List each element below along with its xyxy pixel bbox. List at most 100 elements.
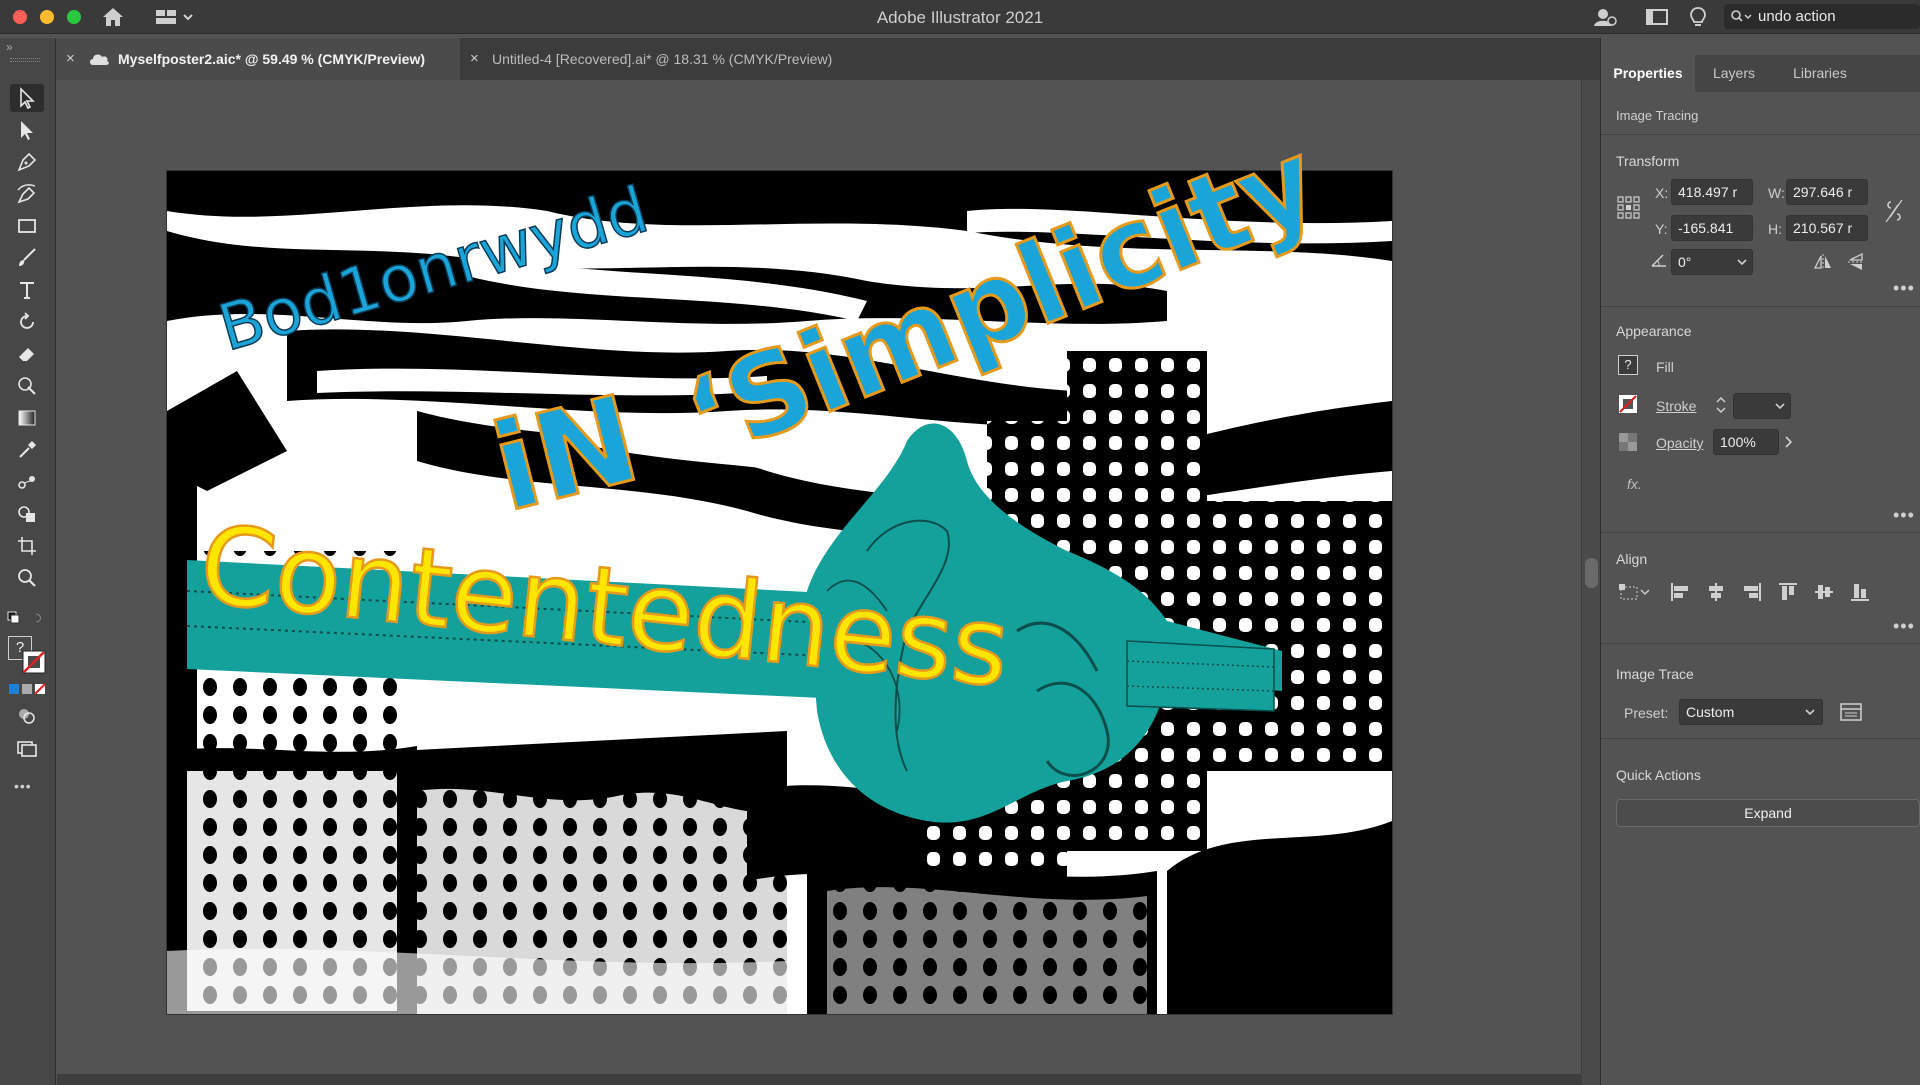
- align-horizontal-center-icon[interactable]: [1705, 581, 1727, 603]
- illustrator-window: Adobe Illustrator 2021 undo action × Mys…: [0, 0, 1920, 1085]
- align-to-icon[interactable]: [1617, 581, 1653, 603]
- curvature-tool[interactable]: [10, 180, 44, 208]
- opacity-label[interactable]: Opacity: [1656, 435, 1703, 451]
- fill-swatch-button[interactable]: ?: [1618, 355, 1638, 375]
- pen-tool[interactable]: [10, 148, 44, 176]
- gradient-tool[interactable]: [10, 404, 44, 432]
- align-top-icon[interactable]: [1777, 581, 1799, 603]
- swap-colors-icon: [7, 611, 41, 624]
- chevron-right-icon[interactable]: [1781, 432, 1795, 452]
- blend-tool[interactable]: [10, 468, 44, 496]
- align-right-icon[interactable]: [1741, 581, 1763, 603]
- stroke-weight-field[interactable]: [1733, 393, 1791, 419]
- divider: [1601, 738, 1920, 739]
- canvas-vertical-scrollbar[interactable]: [1581, 80, 1600, 1085]
- color-mode-buttons[interactable]: [8, 682, 48, 696]
- tab-myselfposter2[interactable]: × Myselfposter2.aic* @ 59.49 % (CMYK/Pre…: [56, 38, 460, 80]
- chevron-down-icon[interactable]: [1736, 257, 1748, 267]
- preset-value: Custom: [1686, 704, 1735, 720]
- shape-builder-tool[interactable]: [10, 500, 44, 528]
- expand-button[interactable]: Expand: [1616, 799, 1920, 827]
- align-more-options[interactable]: •••: [1893, 616, 1915, 637]
- x-label: X:: [1655, 185, 1669, 201]
- stroke-label[interactable]: Stroke: [1656, 398, 1696, 414]
- h-field[interactable]: 210.567 r: [1786, 215, 1868, 241]
- scrollbar-thumb[interactable]: [1585, 558, 1598, 588]
- rectangle-tool[interactable]: [10, 212, 44, 240]
- zoom-tool[interactable]: [10, 564, 44, 592]
- window-minimize-button[interactable]: [40, 10, 54, 24]
- screen-mode-icon: [17, 741, 37, 757]
- preset-label: Preset:: [1624, 705, 1669, 721]
- tab-close-icon[interactable]: ×: [470, 38, 479, 80]
- cloud-document-icon: [90, 54, 109, 65]
- panel-grip[interactable]: [10, 58, 40, 62]
- poster-artwork[interactable]: Bod1onrwydd iN ‘Simplicity Contentedness: [167, 114, 1397, 1014]
- align-bottom-icon[interactable]: [1849, 581, 1871, 603]
- canvas-area[interactable]: Bod1onrwydd iN ‘Simplicity Contentedness: [57, 80, 1581, 1085]
- type-icon: [20, 282, 34, 299]
- y-field[interactable]: -165.841: [1671, 215, 1753, 241]
- w-label: W:: [1768, 185, 1785, 201]
- tab-libraries[interactable]: Libraries: [1773, 55, 1867, 92]
- warp-tool[interactable]: [10, 372, 44, 400]
- eraser-tool[interactable]: [10, 340, 44, 368]
- chevron-down-icon[interactable]: [1774, 401, 1786, 411]
- reference-point-icon[interactable]: [1616, 195, 1642, 221]
- artboard-icon: [18, 537, 36, 555]
- align-vertical-center-icon[interactable]: [1813, 581, 1835, 603]
- align-left-icon[interactable]: [1669, 581, 1691, 603]
- user-icon[interactable]: [1592, 5, 1618, 29]
- warp-icon: [18, 377, 36, 395]
- window-close-button[interactable]: [13, 10, 27, 24]
- eyedropper-tool[interactable]: [10, 436, 44, 464]
- constrain-proportions-icon[interactable]: [1883, 198, 1905, 224]
- fx-effects-icon[interactable]: fx.: [1627, 476, 1642, 492]
- tab-layers[interactable]: Layers: [1695, 55, 1773, 92]
- preset-select[interactable]: Custom: [1679, 699, 1823, 725]
- fill-stroke-swatch[interactable]: ?: [8, 636, 48, 676]
- transform-title: Transform: [1616, 153, 1680, 169]
- w-field[interactable]: 297.646 r: [1786, 179, 1868, 205]
- paintbrush-tool[interactable]: [10, 244, 44, 272]
- flip-vertical-icon[interactable]: [1846, 252, 1866, 272]
- rotate-angle-field[interactable]: 0°: [1671, 249, 1753, 275]
- tab-close-icon[interactable]: ×: [66, 38, 75, 80]
- tab-properties[interactable]: Properties: [1601, 55, 1695, 92]
- artboard-tool[interactable]: [10, 532, 44, 560]
- artboard[interactable]: Bod1onrwydd iN ‘Simplicity Contentedness: [167, 114, 1392, 1014]
- opacity-checker-icon: [1618, 432, 1638, 452]
- image-trace-panel-icon[interactable]: [1839, 701, 1863, 723]
- collapse-panel-icon[interactable]: »: [6, 40, 13, 54]
- window-maximize-button[interactable]: [67, 10, 81, 24]
- draw-mode-tool[interactable]: [10, 702, 44, 730]
- default-colors-swap[interactable]: [6, 608, 50, 630]
- search-field[interactable]: undo action: [1724, 4, 1920, 29]
- edit-toolbar-more[interactable]: •••: [14, 778, 32, 794]
- transform-more-options[interactable]: •••: [1893, 278, 1915, 299]
- x-field[interactable]: 418.497 r: [1671, 179, 1753, 205]
- stroke-none-icon[interactable]: [1618, 394, 1638, 414]
- tab-label: Untitled-4 [Recovered].ai* @ 18.31 % (CM…: [492, 51, 833, 67]
- rotate-angle-value: 0°: [1678, 254, 1692, 270]
- tab-untitled-4[interactable]: × Untitled-4 [Recovered].ai* @ 18.31 % (…: [460, 38, 920, 80]
- workspace-switcher-icon[interactable]: [152, 5, 196, 29]
- divider: [1601, 306, 1920, 307]
- home-icon[interactable]: [100, 5, 126, 29]
- selection-tool[interactable]: [10, 84, 44, 112]
- type-tool[interactable]: [10, 276, 44, 304]
- flip-horizontal-icon[interactable]: [1813, 252, 1833, 272]
- appearance-more-options[interactable]: •••: [1893, 505, 1915, 526]
- discover-lightbulb-icon[interactable]: [1685, 5, 1711, 29]
- panel-tabs: Properties Layers Libraries: [1601, 55, 1920, 92]
- image-trace-title: Image Trace: [1616, 666, 1694, 682]
- stroke-none-swatch-icon[interactable]: [22, 650, 46, 674]
- direct-selection-tool[interactable]: [10, 116, 44, 144]
- align-title: Align: [1616, 551, 1648, 567]
- chevron-down-icon[interactable]: [1804, 707, 1816, 717]
- opacity-field[interactable]: 100%: [1713, 429, 1779, 455]
- stroke-weight-stepper-icon[interactable]: [1713, 393, 1729, 417]
- rotate-tool[interactable]: [10, 308, 44, 336]
- screen-mode-tool[interactable]: [10, 734, 44, 762]
- arrange-documents-icon[interactable]: [1644, 5, 1670, 29]
